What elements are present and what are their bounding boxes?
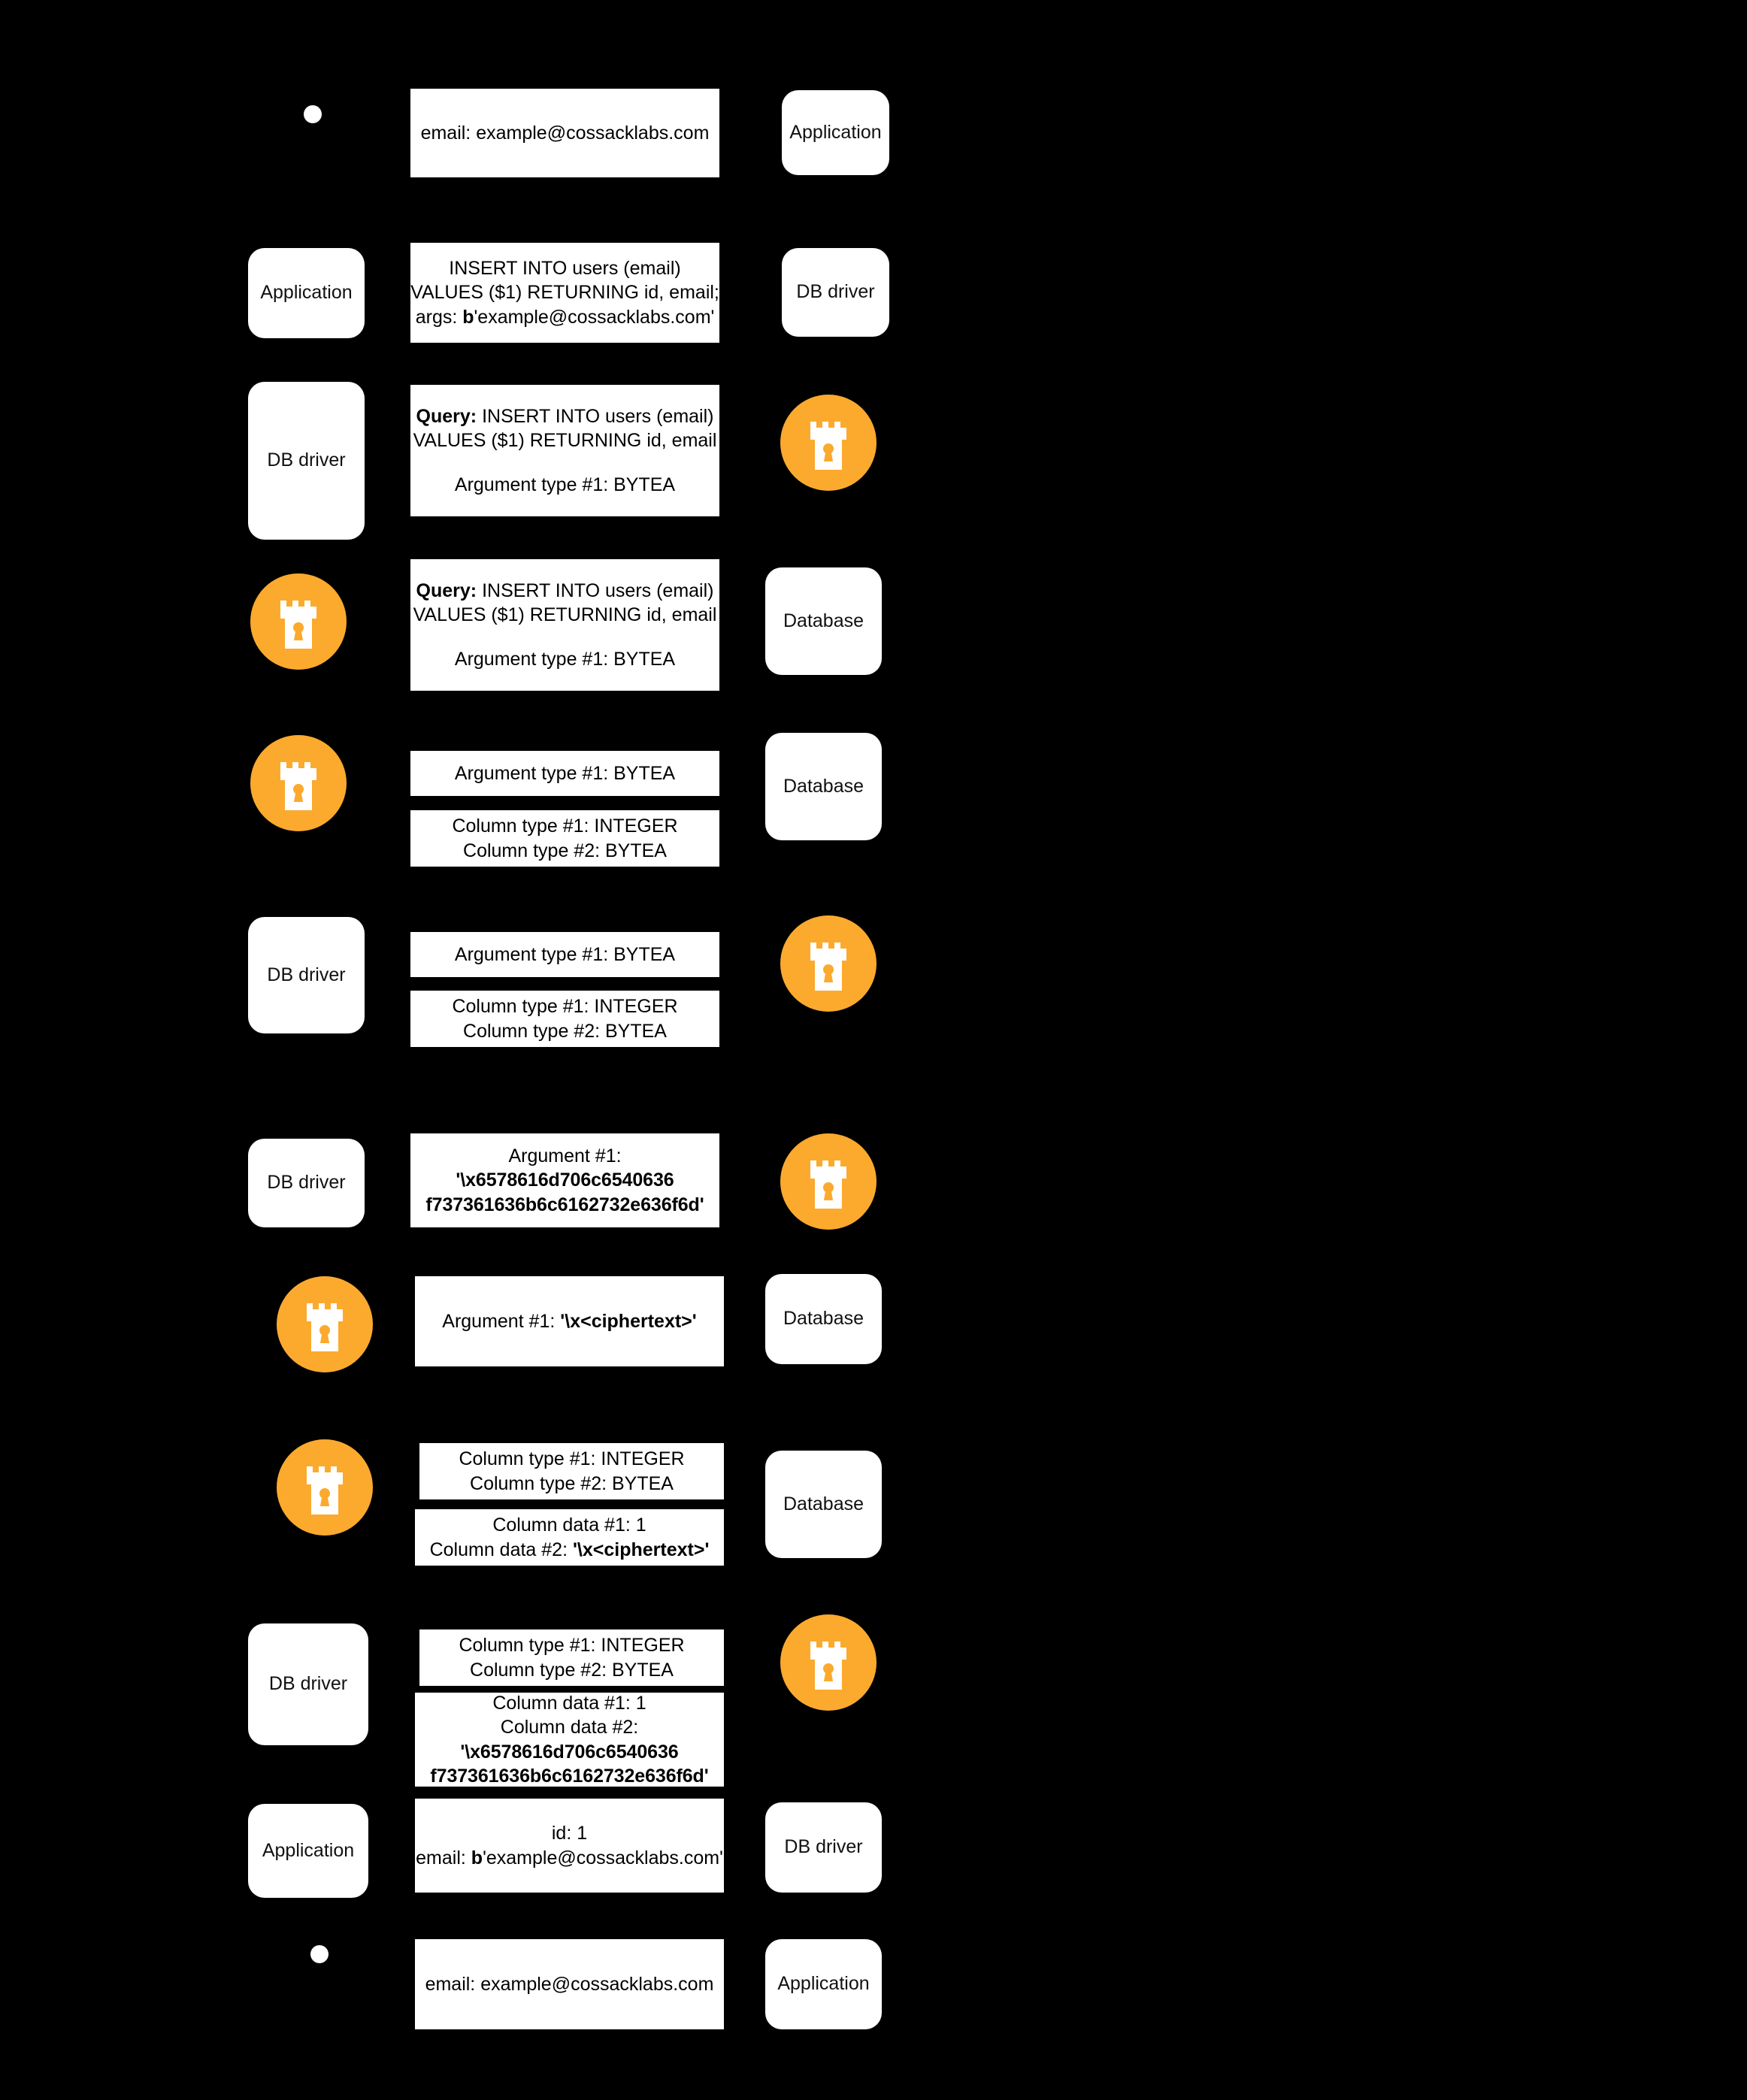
message-line: Column type #1: INTEGER xyxy=(452,815,678,837)
actor-label: DB driver xyxy=(267,964,346,985)
actor-db-driver[interactable]: DB driver xyxy=(248,917,365,1033)
message-box: Column data #1: 1 Column data #2: '\x657… xyxy=(415,1693,724,1787)
actor-application[interactable]: Application xyxy=(765,1939,882,2029)
message-line: Argument #1: '\x<ciphertext>' xyxy=(442,1310,697,1332)
actor-label: Database xyxy=(783,1308,864,1330)
lifeline-dot-icon xyxy=(310,1945,329,1963)
actor-label: DB driver xyxy=(784,1836,863,1858)
message-box: Argument #1: '\x6578616d706c6540636 f737… xyxy=(410,1133,719,1227)
diagram-bytea-flow: email: example@cossacklabs.com Applicati… xyxy=(0,0,889,2100)
message-line: Query: INSERT INTO users (email) xyxy=(416,405,714,427)
actor-label: Application xyxy=(262,1839,355,1861)
lifeline-dot-icon xyxy=(304,105,322,123)
actor-database[interactable]: Database xyxy=(765,1451,882,1558)
message-line: Column data #1: 1 xyxy=(492,1692,646,1714)
message-line: Column data #2: '\x<ciphertext>' xyxy=(429,1539,710,1560)
message-line: email: b'example@cossacklabs.com' xyxy=(416,1847,723,1869)
actor-label: DB driver xyxy=(267,1172,346,1194)
actor-label: DB driver xyxy=(268,1673,348,1695)
message-line: Column type #1: INTEGER xyxy=(459,1635,685,1656)
message-box: Column type #1: INTEGER Column type #2: … xyxy=(410,991,719,1047)
message-line: Column data #1: 1 xyxy=(492,1514,646,1536)
message-box: email: example@cossacklabs.com xyxy=(415,1939,724,2029)
acra-fortress-keyhole-icon[interactable] xyxy=(780,1133,877,1230)
message-line: args: b'example@cossacklabs.com' xyxy=(415,306,715,328)
actor-database[interactable]: Database xyxy=(765,733,882,840)
actor-database[interactable]: Database xyxy=(765,1274,882,1364)
actor-db-driver[interactable]: DB driver xyxy=(248,1139,365,1227)
actor-db-driver[interactable]: DB driver xyxy=(765,1802,882,1893)
diagram-text-flow: email: example@cossacklabs.com Applicati… xyxy=(874,0,1747,2100)
message-box: Column type #1: INTEGER Column type #2: … xyxy=(419,1443,724,1499)
message-line: email: example@cossacklabs.com xyxy=(425,1973,714,1995)
message-line: '\x6578616d706c6540636 xyxy=(456,1170,674,1191)
message-box: Argument #1: '\x<ciphertext>' xyxy=(415,1276,724,1366)
message-line: Column type #2: BYTEA xyxy=(470,1472,674,1494)
message-line: Argument type #1: BYTEA xyxy=(454,762,676,784)
actor-database[interactable]: Database xyxy=(765,567,882,675)
actor-application[interactable]: Application xyxy=(248,1804,368,1898)
message-line: f737361636b6c6162732e636f6d' xyxy=(430,1766,709,1787)
message-line: Argument type #1: BYTEA xyxy=(454,648,676,670)
acra-fortress-keyhole-icon[interactable] xyxy=(250,735,347,831)
message-box: Argument type #1: BYTEA xyxy=(410,751,719,796)
message-line: '\x6578616d706c6540636 xyxy=(460,1741,679,1763)
message-line: id: 1 xyxy=(551,1823,588,1844)
actor-label: Database xyxy=(783,610,864,631)
message-line: email: example@cossacklabs.com xyxy=(420,122,710,144)
actor-label: DB driver xyxy=(796,281,875,303)
message-line: Column type #2: BYTEA xyxy=(463,840,667,861)
message-box: id: 1 email: b'example@cossacklabs.com' xyxy=(415,1799,724,1893)
actor-label: Application xyxy=(260,282,353,304)
message-line: Query: INSERT INTO users (email) xyxy=(416,579,714,601)
message-line: Column type #2: BYTEA xyxy=(463,1020,667,1042)
message-box: Column type #1: INTEGER Column type #2: … xyxy=(410,810,719,867)
message-box: Query: INSERT INTO users (email) VALUES … xyxy=(410,559,719,691)
message-line: Column type #1: INTEGER xyxy=(452,996,678,1017)
acra-fortress-keyhole-icon[interactable] xyxy=(250,573,347,670)
actor-label: Application xyxy=(789,121,882,143)
actor-label: Database xyxy=(783,775,864,797)
message-line: Argument #1: xyxy=(508,1145,622,1166)
message-line: VALUES ($1) RETURNING id, email; xyxy=(410,282,719,304)
message-line: Argument type #1: BYTEA xyxy=(454,943,676,965)
query-label: Query: xyxy=(416,579,477,601)
message-box: Column type #1: INTEGER Column type #2: … xyxy=(419,1629,724,1686)
acra-fortress-keyhole-icon[interactable] xyxy=(780,395,877,491)
acra-fortress-keyhole-icon[interactable] xyxy=(780,915,877,1012)
acra-fortress-keyhole-icon[interactable] xyxy=(277,1439,373,1536)
actor-db-driver[interactable]: DB driver xyxy=(248,382,365,540)
message-line: VALUES ($1) RETURNING id, email xyxy=(413,604,717,626)
bytes-prefix-marker: b xyxy=(462,306,474,328)
actor-label: Application xyxy=(777,1973,870,1995)
message-line: INSERT INTO users (email) xyxy=(449,257,681,279)
message-line: f737361636b6c6162732e636f6d' xyxy=(425,1194,704,1215)
message-line: VALUES ($1) RETURNING id, email xyxy=(413,430,717,452)
message-box: email: example@cossacklabs.com xyxy=(410,89,719,177)
actor-label: DB driver xyxy=(267,449,346,471)
acra-fortress-keyhole-icon[interactable] xyxy=(780,1614,877,1711)
query-label: Query: xyxy=(416,405,477,427)
message-line: Column type #2: BYTEA xyxy=(470,1659,674,1681)
message-line: Column data #2: xyxy=(500,1717,639,1738)
message-box: Column data #1: 1 Column data #2: '\x<ci… xyxy=(415,1509,724,1566)
bytes-prefix-marker: b xyxy=(471,1847,483,1869)
message-line: Argument type #1: BYTEA xyxy=(454,474,676,495)
actor-db-driver[interactable]: DB driver xyxy=(248,1623,368,1745)
actor-application[interactable]: Application xyxy=(248,248,365,338)
message-box: Query: INSERT INTO users (email) VALUES … xyxy=(410,385,719,516)
acra-fortress-keyhole-icon[interactable] xyxy=(277,1276,373,1372)
message-line: Column type #1: INTEGER xyxy=(459,1448,685,1469)
actor-label: Database xyxy=(783,1493,864,1514)
message-box: Argument type #1: BYTEA xyxy=(410,932,719,977)
message-box: INSERT INTO users (email) VALUES ($1) RE… xyxy=(410,243,719,343)
